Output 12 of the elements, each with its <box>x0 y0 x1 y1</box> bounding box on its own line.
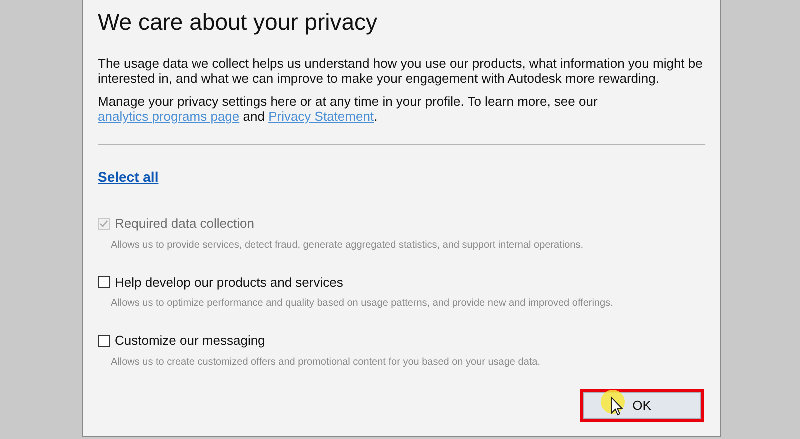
option-description: Allows us to create customized offers and promotional content for you based on your usage data. <box>111 356 542 370</box>
option-label: Help develop our products and services <box>115 274 344 292</box>
dialog-title: We care about your privacy <box>98 8 378 36</box>
option-description: Allows us to provide services, detect fraud, generate aggregated statistics, and support internal operations. <box>111 238 584 252</box>
select-all-link[interactable]: Select all <box>98 167 159 188</box>
intro-paragraph: The usage data we collect helps us understand how you use our products, what information you might be interested in, and what we can improve to make your engagement with Autodesk more rewarding. <box>98 56 704 86</box>
checkbox[interactable] <box>98 276 110 288</box>
privacy-paragraph: Manage your privacy settings here or at any time in your profile. To learn more, see our analytics programs page and Privacy Statement. <box>98 94 599 124</box>
option-description: Allows us to optimize performance and quality based on usage patterns, and provide new and improved offerings. <box>111 297 614 311</box>
option-label: Customize our messaging <box>115 332 266 350</box>
option-label: Required data collection <box>115 215 254 233</box>
checkbox[interactable] <box>98 334 110 347</box>
